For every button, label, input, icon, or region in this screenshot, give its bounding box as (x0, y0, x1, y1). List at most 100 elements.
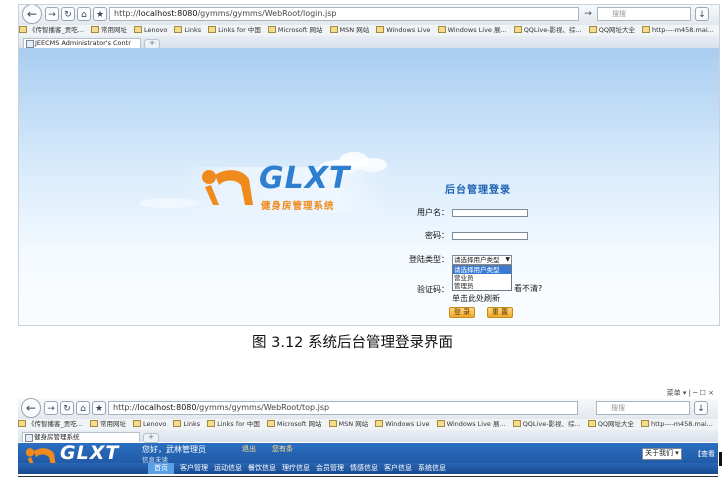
usertype-label: 登陆类型： (409, 255, 449, 264)
tab-bar-2: 健身房管理系统 + (18, 430, 718, 443)
login-screenshot: ← → ↻ ⌂ ★ http://localhost:8080/gymms/gy… (18, 4, 720, 326)
favorite-link[interactable]: QQLive-影视、综... (514, 25, 582, 36)
download-icon[interactable]: ↓ (695, 7, 709, 21)
address-bar[interactable]: http://localhost:8080/gymms/gymms/WebRoo… (109, 7, 579, 21)
favorite-link[interactable]: Windows Live 展... (437, 419, 506, 430)
reset-button[interactable]: 重 置 (487, 307, 513, 318)
favorite-link[interactable]: Links (174, 25, 201, 36)
favorite-link[interactable]: QQ网址大全 (589, 25, 635, 36)
menu-item[interactable]: 客户管理 (180, 463, 208, 474)
captcha-refresh-link[interactable]: 单击此处刷新 (452, 293, 500, 304)
favorite-link[interactable]: http----m458.mai... (642, 25, 714, 36)
favorite-link[interactable]: Links for 中国 (207, 419, 260, 430)
captcha-hint-link[interactable]: 看不清? (514, 283, 542, 294)
url-host-2: localhost:8080 (137, 403, 197, 412)
favorite-link[interactable]: Links for 中国 (208, 25, 261, 36)
menu-item[interactable]: 运动信息 (214, 463, 242, 474)
url-prefix: http:// (114, 9, 139, 18)
menu-item-home[interactable]: 首页 (148, 463, 174, 474)
favorite-link[interactable]: Lenovo (134, 25, 167, 36)
usertype-selected: 请选择用户类型 (454, 256, 500, 264)
url-host: localhost:8080 (138, 9, 198, 18)
menu-item[interactable]: 情感信息 (350, 463, 378, 474)
captcha-label: 验证码： (417, 285, 449, 294)
favorite-link[interactable]: Microsoft 网站 (268, 25, 323, 36)
download-icon-2[interactable]: ↓ (694, 401, 708, 415)
bookmark-star-button-2[interactable]: ★ (92, 401, 106, 415)
tab-bar: JEECMS Administrator's Contr + (19, 36, 719, 49)
menu-item[interactable]: 客户信息 (384, 463, 412, 474)
back-button[interactable]: ← (22, 5, 42, 24)
about-select-value: 关于我们 (645, 449, 673, 457)
address-bar-2[interactable]: http://localhost:8080/gymms/gymms/WebRoo… (108, 401, 578, 415)
usertype-select[interactable]: 请选择用户类型 ▼ (452, 255, 512, 265)
main-menu: 首页 客户管理 运动信息 餐饮信息 理疗信息 会员管理 情感信息 客户信息 系统信息 (18, 463, 718, 474)
tab-gym-system[interactable]: 健身房管理系统 (22, 432, 140, 442)
password-label: 密码： (425, 231, 449, 240)
favorite-link[interactable]: QQLive-影视、综... (513, 419, 581, 430)
logo-text-2: GLXT (60, 442, 120, 464)
logo-text: GLXT (259, 161, 351, 196)
about-select[interactable]: 关于我们 ▾ (642, 448, 682, 460)
username-input[interactable] (452, 209, 528, 217)
new-tab-button-2[interactable]: + (143, 433, 159, 443)
view-link[interactable]: 【查看 (694, 449, 715, 459)
favorite-link[interactable]: Windows Live (375, 419, 429, 430)
favorite-link[interactable]: http----m458.mai... (641, 419, 713, 430)
go-button[interactable]: → (581, 7, 595, 21)
search-placeholder: 搜搜 (612, 10, 626, 18)
menu-label[interactable]: 菜单 (667, 389, 681, 397)
messages-link[interactable]: 您有条 (272, 444, 293, 454)
form-title: 后台管理登录 (445, 185, 511, 196)
url-prefix-2: http:// (113, 403, 138, 412)
figure-caption: 图 3.12 系统后台管理登录界面 (252, 335, 454, 351)
option-admin[interactable]: 管理员 (453, 282, 511, 290)
menu-item[interactable]: 系统信息 (418, 463, 446, 474)
page-edge-mark (719, 452, 722, 466)
favorite-link[interactable]: 常用网址 (91, 25, 127, 36)
search-input-2[interactable]: 搜搜 (596, 401, 690, 415)
login-button[interactable]: 登 录 (449, 307, 475, 318)
browser-navbar: ← → ↻ ⌂ ★ http://localhost:8080/gymms/gy… (19, 5, 719, 25)
option-placeholder[interactable]: 请选择用户类型 (453, 266, 511, 274)
tab-jeecms[interactable]: JEECMS Administrator's Contr (23, 38, 141, 48)
search-placeholder-2: 搜搜 (611, 404, 625, 412)
option-clerk[interactable]: 营业员 (453, 274, 511, 282)
favorite-link[interactable]: 《传智播客_贡吃... (19, 25, 84, 36)
home-button-2[interactable]: ⌂ (76, 401, 90, 415)
refresh-button-2[interactable]: ↻ (60, 401, 74, 415)
menu-item[interactable]: 会员管理 (316, 463, 344, 474)
gym-mascot-icon (202, 170, 253, 205)
forward-button[interactable]: → (45, 7, 59, 21)
favorite-link[interactable]: Windows Live 展... (438, 25, 507, 36)
url-path: /gymms/gymms/WebRoot/login.jsp (197, 9, 337, 18)
favorite-link[interactable]: MSN 网站 (330, 25, 370, 36)
favorite-link[interactable]: MSN 网站 (329, 419, 369, 430)
favorite-link[interactable]: QQ网址大全 (588, 419, 634, 430)
favorite-link[interactable]: Windows Live (376, 25, 430, 36)
search-input[interactable]: 搜搜 (597, 7, 691, 21)
close-window-icon[interactable]: × (708, 389, 714, 397)
favorite-link[interactable]: Microsoft 网站 (267, 419, 322, 430)
favorite-link[interactable]: Lenovo (133, 419, 166, 430)
window-controls: 菜单 ▾ | ─ ☐ × (667, 388, 714, 398)
forward-button-2[interactable]: → (44, 401, 58, 415)
chevron-down-icon: ▾ (675, 449, 679, 457)
favorite-link[interactable]: 《传智播客_贡吃... (18, 419, 83, 430)
minimize-icon[interactable]: ▾ | ─ ☐ (683, 389, 708, 397)
home-button[interactable]: ⌂ (77, 7, 91, 21)
chevron-down-icon: ▼ (505, 256, 510, 263)
menu-item[interactable]: 理疗信息 (282, 463, 310, 474)
back-button-2[interactable]: ← (21, 398, 41, 418)
bookmark-star-button[interactable]: ★ (93, 7, 107, 21)
menu-item[interactable]: 餐饮信息 (248, 463, 276, 474)
url-path-2: /gymms/gymms/WebRoot/top.jsp (196, 403, 330, 412)
refresh-button[interactable]: ↻ (61, 7, 75, 21)
usertype-dropdown-list[interactable]: 请选择用户类型 营业员 管理员 (452, 265, 512, 291)
logout-link[interactable]: 退出 (242, 444, 256, 454)
top-frame-screenshot: 菜单 ▾ | ─ ☐ × ← → ↻ ⌂ ★ http://localhost:… (18, 386, 718, 489)
favorite-link[interactable]: 常用网址 (90, 419, 126, 430)
tab-title: JEECMS Administrator's Contr (35, 39, 131, 47)
password-input[interactable] (452, 232, 528, 240)
favorite-link[interactable]: Links (173, 419, 200, 430)
